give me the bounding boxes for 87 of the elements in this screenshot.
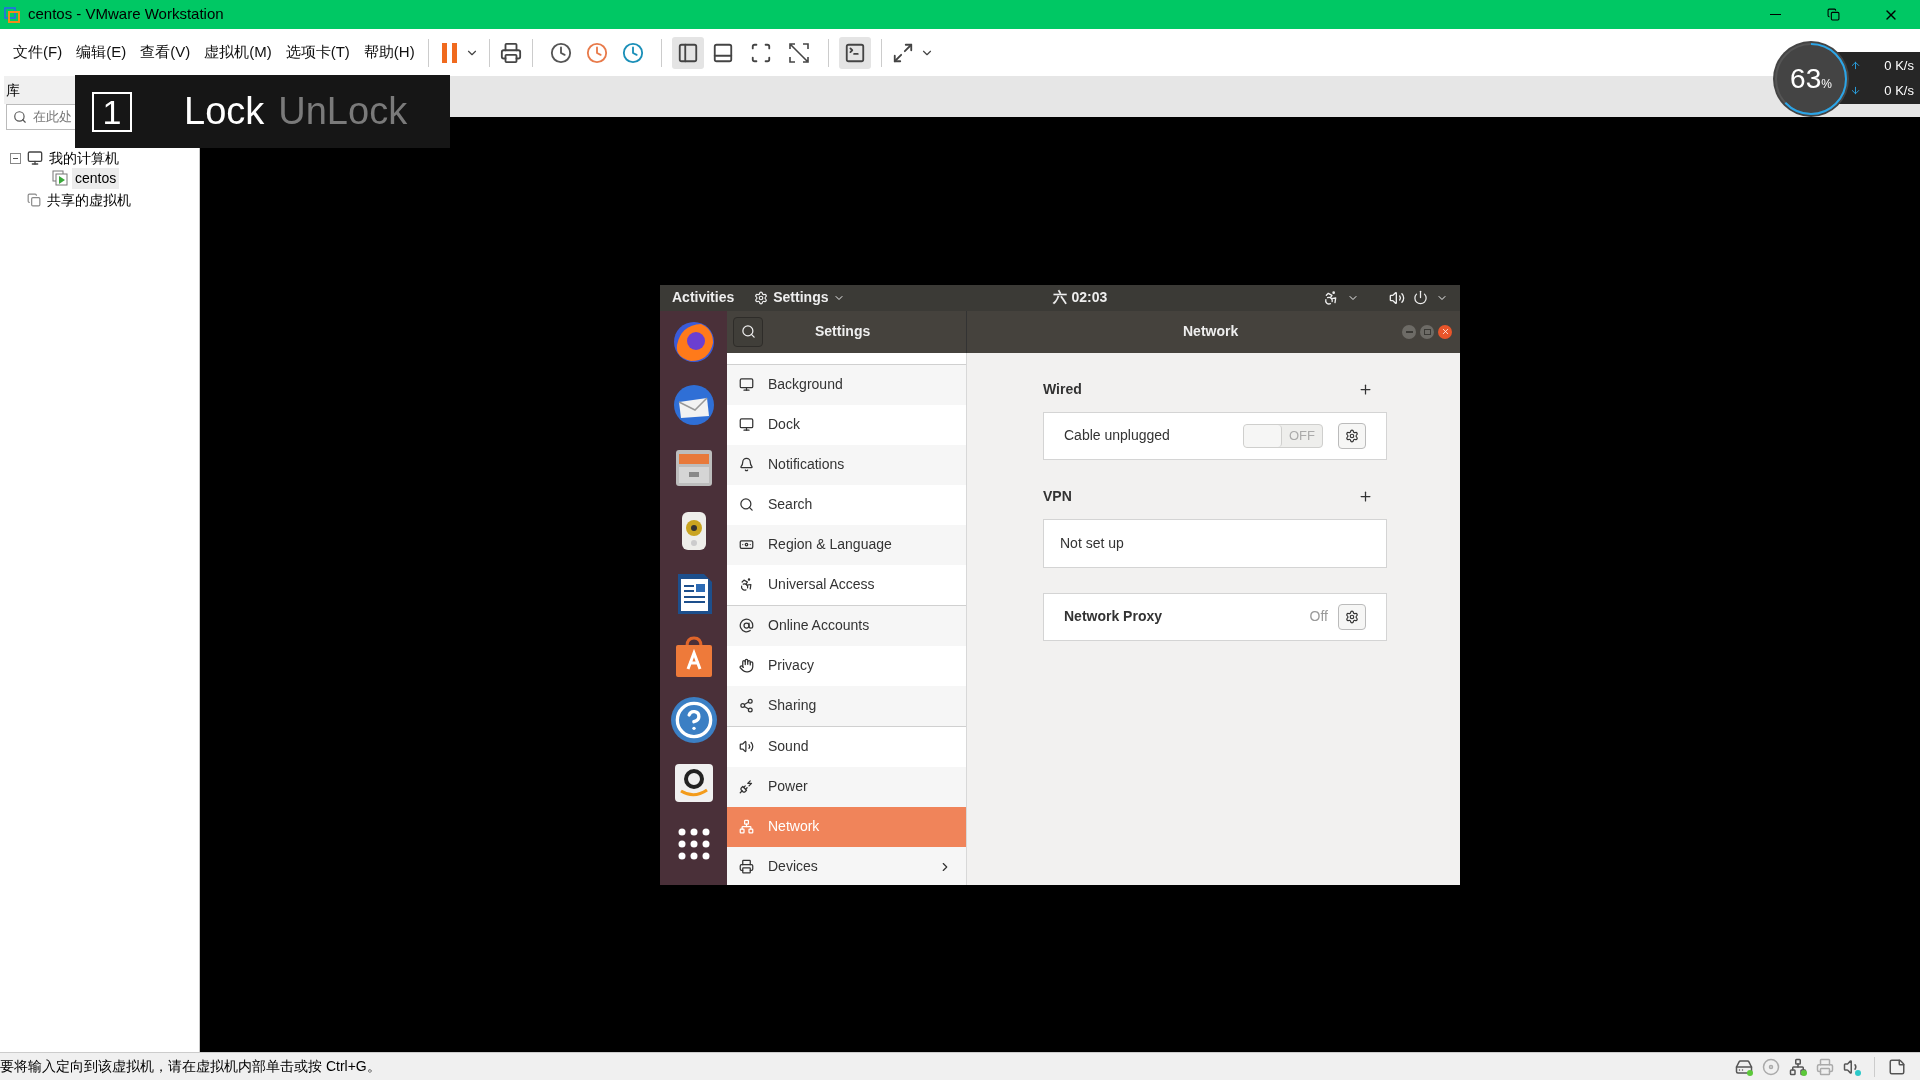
panel-title: 库 — [6, 80, 20, 100]
vm-icon — [52, 170, 68, 186]
proxy-status: Off — [1309, 607, 1328, 626]
sidebar-view-button[interactable] — [671, 36, 704, 69]
shared-vm-icon — [27, 193, 41, 207]
clock-icon[interactable] — [549, 41, 572, 64]
menu-item[interactable]: 查看(V) — [133, 41, 198, 64]
settings-button[interactable] — [1338, 603, 1366, 630]
pause-icon[interactable] — [440, 41, 459, 64]
number-badge: 1 — [92, 91, 132, 132]
frame-icon[interactable] — [749, 41, 772, 64]
tree-item[interactable]: 我的计算机 — [47, 147, 121, 169]
plug-icon — [739, 779, 754, 794]
add-icon[interactable] — [1358, 489, 1373, 504]
tree-item[interactable]: 共享的虚拟机 — [45, 189, 133, 211]
restore-icon — [1826, 8, 1840, 21]
section-heading: Wired — [1043, 380, 1082, 399]
status-message: 要将输入定向到该虚拟机，请在虚拟机内部单击或按 Ctrl+G。 — [0, 1057, 381, 1076]
search-icon — [739, 497, 754, 512]
upload-icon — [1850, 59, 1861, 71]
section-heading: VPN — [1043, 487, 1072, 506]
close-button[interactable] — [1438, 324, 1452, 339]
monitor-icon — [739, 417, 754, 432]
proxy-label: Network Proxy — [1064, 607, 1163, 626]
at-sign-icon — [739, 618, 754, 633]
activities-button[interactable]: Activities — [672, 287, 735, 308]
computer-icon — [27, 150, 43, 166]
sidebar-title: Settings — [815, 322, 871, 341]
search-icon — [13, 110, 27, 124]
menu-item[interactable]: 文件(F) — [6, 41, 70, 64]
download-icon — [1850, 85, 1861, 97]
hand-icon — [739, 658, 754, 673]
banknote-icon — [739, 537, 754, 552]
clock-icon[interactable] — [621, 41, 644, 64]
monitor-icon — [739, 377, 754, 392]
page-title: Network — [1183, 322, 1239, 341]
usage-percent: 63% — [1790, 65, 1832, 93]
unlock-label[interactable]: UnLock — [278, 83, 408, 140]
panel-icon[interactable] — [711, 41, 734, 64]
share-icon — [739, 698, 754, 713]
upload-rate: 0 K/s — [1884, 56, 1914, 75]
sidebar-item[interactable]: Background — [727, 364, 966, 405]
note-icon[interactable] — [1888, 1057, 1906, 1076]
window-title: centos - VMware Workstation — [28, 4, 224, 25]
app-menu[interactable]: Settings — [754, 287, 846, 308]
gear-icon — [1345, 428, 1359, 443]
accessibility-icon — [739, 577, 754, 592]
tree-item[interactable]: centos — [72, 167, 120, 189]
accessibility-icon[interactable] — [1323, 289, 1339, 306]
power-icon[interactable] — [1413, 290, 1428, 305]
menu-item[interactable]: 选项卡(T) — [278, 41, 357, 64]
add-icon[interactable] — [1358, 382, 1373, 397]
sidebar-item[interactable]: Notifications — [727, 444, 966, 485]
sidebar-item[interactable]: Power — [727, 766, 966, 807]
menu-item[interactable]: 编辑(E) — [69, 41, 134, 64]
gear-icon — [754, 290, 769, 305]
menu-item[interactable]: 帮助(H) — [356, 41, 422, 64]
connection-label: Cable unplugged — [1064, 426, 1170, 445]
settings-button[interactable] — [1338, 422, 1366, 449]
bell-icon — [739, 457, 754, 472]
app-logo-icon — [4, 6, 20, 23]
minimize-icon — [1405, 330, 1413, 333]
console-view-button[interactable] — [838, 36, 871, 69]
collapse-icon[interactable] — [10, 152, 21, 164]
fullscreen-icon[interactable] — [891, 41, 914, 64]
send-keys-icon[interactable] — [499, 41, 522, 64]
gear-icon — [1345, 609, 1359, 624]
menu-item[interactable]: 虚拟机(M) — [197, 41, 279, 64]
app-grid-icon[interactable] — [676, 826, 711, 861]
sidebar-item[interactable]: Devices — [727, 846, 966, 885]
sidebar-item[interactable]: Sharing — [727, 685, 966, 726]
search-icon — [740, 324, 756, 339]
search-button[interactable] — [733, 316, 763, 347]
maximize-icon — [1423, 328, 1431, 335]
sidebar-item[interactable]: Online Accounts — [727, 605, 966, 646]
speaker-icon — [739, 739, 754, 754]
minimize-icon — [1769, 14, 1781, 15]
empty-message: Not set up — [1060, 533, 1124, 553]
printer-icon — [739, 859, 754, 874]
lock-label[interactable]: Lock — [184, 83, 265, 140]
volume-icon[interactable] — [1389, 289, 1405, 306]
close-icon — [1440, 327, 1450, 336]
network-icon — [739, 819, 754, 834]
download-rate: 0 K/s — [1884, 82, 1914, 100]
sidebar-item[interactable]: Region & Language — [727, 524, 966, 565]
crossed-frame-icon[interactable] — [787, 41, 810, 64]
clock[interactable]: 六 02:03 — [1053, 287, 1108, 308]
